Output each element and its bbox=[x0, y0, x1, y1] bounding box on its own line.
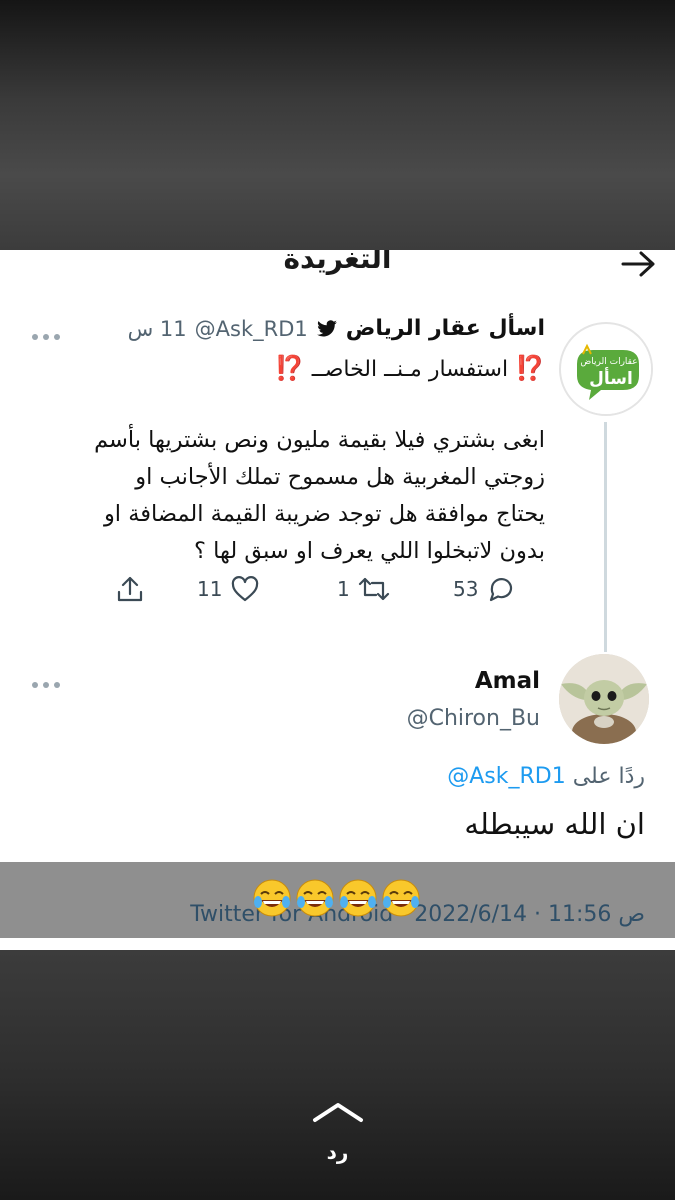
replying-to-handle[interactable]: @Ask_RD1 bbox=[447, 764, 565, 789]
tweet-body-line: زوجتي المغربية هل مسموح تملك الأجانب او bbox=[135, 464, 545, 490]
twitter-bird-icon bbox=[316, 319, 337, 336]
exclamation-question-icon: ⁉️ bbox=[515, 354, 545, 382]
background-blur-top bbox=[0, 0, 675, 250]
user-handle[interactable]: @Ask_RD1 bbox=[195, 317, 308, 341]
tweet-body-line: ابغى بشتري فيلا بقيمة مليون ونص بشتريها … bbox=[94, 427, 545, 453]
svg-text:اسأل: اسأل bbox=[589, 367, 633, 389]
more-options-icon[interactable] bbox=[32, 680, 62, 690]
svg-text:عقارات الرياض: عقارات الرياض bbox=[580, 357, 637, 367]
thread-line bbox=[604, 422, 607, 652]
retweet-icon bbox=[358, 577, 389, 601]
comment-icon bbox=[490, 578, 513, 602]
reply-count: 53 bbox=[453, 577, 479, 601]
chevron-up-icon[interactable] bbox=[311, 1100, 365, 1124]
avatar[interactable]: عقارات الرياض اسأل bbox=[559, 322, 653, 416]
tweet-header: اسأل عقار الرياض @Ask_RD1 11 س bbox=[85, 316, 545, 341]
tweet-screenshot-card: التغريدة عقارات الرياض اسأل اسأل عقار ال… bbox=[0, 250, 675, 862]
share-button[interactable] bbox=[115, 575, 145, 603]
replying-to: ردًا على @Ask_RD1 bbox=[447, 764, 645, 789]
page-title: التغريدة bbox=[283, 250, 392, 275]
tears-of-joy-emoji-icon bbox=[339, 879, 377, 917]
replying-to-prefix: ردًا على bbox=[572, 764, 645, 789]
user-handle[interactable]: @Chiron_Bu bbox=[407, 706, 540, 731]
divider bbox=[0, 938, 675, 950]
retweet-count: 1 bbox=[337, 577, 350, 601]
emoji-sticker-group bbox=[252, 878, 422, 922]
tears-of-joy-emoji-icon bbox=[382, 879, 420, 917]
tweet-time: 11 س bbox=[127, 316, 187, 341]
more-options-icon[interactable] bbox=[32, 332, 62, 342]
reply-button[interactable]: 53 bbox=[453, 575, 516, 603]
display-name[interactable]: Amal bbox=[475, 668, 540, 694]
tweet-body: ابغى بشتري فيلا بقيمة مليون ونص بشتريها … bbox=[25, 422, 545, 570]
tweet-actions: 11 1 53 bbox=[115, 575, 545, 611]
share-icon bbox=[117, 576, 143, 602]
like-count: 11 bbox=[197, 577, 223, 601]
back-arrow-icon[interactable] bbox=[621, 250, 657, 278]
display-name[interactable]: اسأل عقار الرياض bbox=[346, 316, 545, 341]
baby-yoda-avatar-icon bbox=[559, 654, 649, 744]
heart-icon bbox=[232, 576, 259, 602]
tears-of-joy-emoji-icon bbox=[296, 879, 334, 917]
exclamation-question-icon: ⁉️ bbox=[274, 354, 305, 382]
tears-of-joy-emoji-icon bbox=[253, 879, 291, 917]
ask-logo-icon: عقارات الرياض اسأل bbox=[563, 326, 651, 414]
tweet-body-line: بدون لاتبخلوا اللي يعرف او سبق لها ؟ bbox=[194, 538, 545, 564]
avatar[interactable] bbox=[559, 654, 649, 744]
subtitle-text: استفسار مـنــ الخاصــ bbox=[311, 357, 509, 382]
story-reply-label[interactable]: رد bbox=[0, 1140, 675, 1164]
reply-body: ان الله سيبطله bbox=[464, 807, 645, 841]
like-button[interactable]: 11 bbox=[197, 575, 260, 603]
retweet-button[interactable]: 1 bbox=[337, 575, 390, 603]
tweet-body-line: يحتاج موافقة هل توجد ضريبة القيمة المضاف… bbox=[103, 501, 545, 527]
tweet-subtitle: ⁉️ استفسار مـنــ الخاصــ ⁉️ bbox=[275, 354, 545, 382]
